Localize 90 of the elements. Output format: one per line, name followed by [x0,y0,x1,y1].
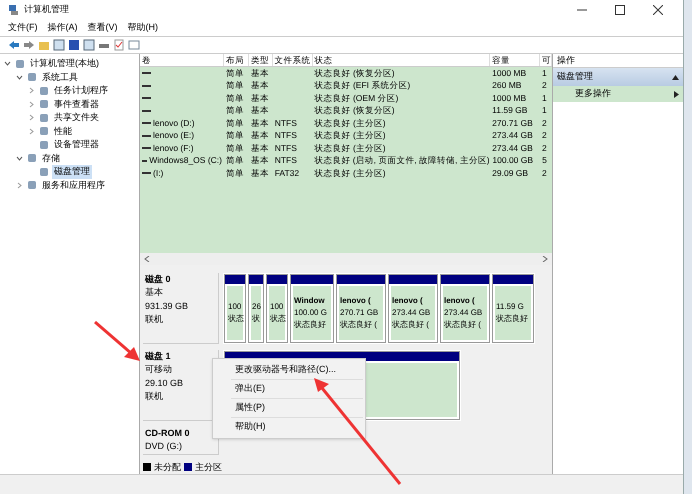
partition-text: 状态 [270,312,284,324]
table-cell: 状态良好 (EFI 系统分区) [314,79,410,92]
table-cell: 状态良好 (启动, 页面文件, 故障转储, 主分区) [314,154,490,168]
partition-text: 100 [228,300,242,312]
table-cell: 状态良好 (主分区) [314,129,386,142]
table-cell: 2 [542,142,547,155]
disk-info: 931.39 GB [145,300,190,312]
partition-text: 状态 [228,312,242,324]
table-cell: 状态良好 (主分区) [314,166,386,180]
table-cell: NTFS [274,154,297,168]
table-cell: 简单 [226,66,244,80]
action-label: 更多操作 [575,87,611,100]
table-cell: 2 [542,129,547,142]
table-cell: 1 [542,66,547,80]
partition-text: 状态良好 [294,318,327,330]
disk-info: 29.10 GB [145,376,184,390]
disk-name: CD-ROM 0 [145,426,190,440]
partition-text: lenovo ( [444,294,476,306]
partition-text: 26 [252,300,260,312]
table-cell: 260 MB [492,79,522,92]
table-cell: 状态良好 (OEM 分区) [314,92,398,105]
table-cell: 11.59 GB [492,104,528,118]
disk-name: 磁盘 1 [145,350,172,362]
disk-info: 可移动 [145,363,173,376]
table-cell: 1 [542,92,547,105]
table-cell: 基本 [250,92,269,105]
legend-label: 未分配 [154,460,181,474]
table-cell: lenovo (E:) [153,129,194,142]
disk-info: 基本 [145,286,164,299]
table-cell: NTFS [274,129,297,142]
table-cell: 273.44 GB [492,129,533,142]
section-title: 磁盘管理 [557,70,593,84]
table-cell: lenovo (F:) [153,142,194,155]
table-cell: Windows8_OS (C:) [149,154,222,168]
table-cell: 基本 [250,66,269,80]
table-cell: lenovo (D:) [153,116,195,130]
partition-text: 状 [252,312,260,324]
disk-info: 联机 [145,313,164,326]
table-cell: 状态良好 (恢复分区) [314,104,395,118]
partition-text: 273.44 GB [392,306,432,318]
table-cell: 状态良好 (恢复分区) [314,66,395,80]
partition-text: 100.00 G [294,306,328,318]
partition-text: 273.44 GB [444,306,484,318]
table-cell: 基本 [250,79,269,92]
partition-text: 状态良好 ( [444,318,482,330]
table-cell: 273.44 GB [492,142,533,155]
disk-info: DVD (G:) [145,440,183,453]
table-cell: 简单 [226,129,244,142]
table-cell: 简单 [226,79,244,92]
partition-text: 270.71 GB [340,306,380,318]
table-cell: 2 [542,79,547,92]
table-cell: (I:) [153,166,164,180]
partition-text: 11.59 G [496,300,525,312]
partition-text: 100 [270,300,284,312]
window-title: 计算机管理 [24,3,69,16]
table-cell: NTFS [274,142,297,155]
partition-text: lenovo ( [392,294,424,306]
disk-info: 联机 [145,390,164,403]
table-cell: 1 [542,104,547,118]
table-cell: 简单 [226,116,244,130]
table-cell: 基本 [250,166,269,180]
table-cell: 简单 [226,166,244,180]
partition-text: lenovo ( [340,294,372,306]
table-cell: 基本 [250,116,269,130]
table-cell: 2 [542,166,547,180]
table-cell: 基本 [250,129,269,142]
table-cell: 状态良好 (主分区) [314,116,386,130]
table-cell: 1000 MB [492,92,526,105]
table-cell: 简单 [226,154,244,168]
table-cell: 简单 [226,142,244,155]
table-cell: 状态良好 (主分区) [314,142,386,155]
table-cell: 简单 [226,104,244,118]
table-cell: FAT32 [274,166,300,180]
table-cell: 100.00 GB [492,154,534,168]
table-cell: 基本 [250,142,269,155]
partition-text: Window [294,294,326,306]
partition-text: 状态良好 ( [392,318,430,330]
disk-name: 磁盘 0 [145,272,172,286]
table-cell: 29.09 GB [492,166,528,180]
table-cell: 1000 MB [492,66,526,80]
legend-label: 主分区 [195,460,222,474]
table-cell: NTFS [274,116,297,130]
partition-text: 状态良好 ( [340,318,378,330]
table-cell: 基本 [250,154,269,168]
table-cell: 270.71 GB [492,116,533,130]
table-cell: 5 [542,154,547,168]
table-cell: 基本 [250,104,269,118]
table-cell: 简单 [226,92,244,105]
partition-text: 状态良好 [496,312,529,324]
table-cell: 2 [542,116,547,130]
